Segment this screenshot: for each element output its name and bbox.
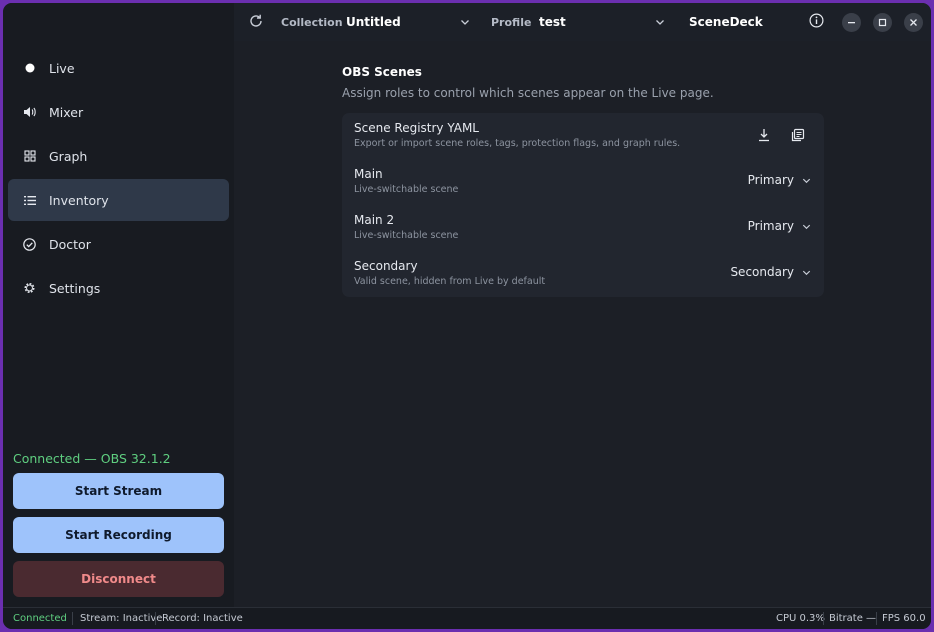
refresh-icon <box>249 13 263 32</box>
scene-description: Valid scene, hidden from Live by default <box>354 276 546 287</box>
sidebar: Live Mixer Graph Inventory Doctor Settin… <box>3 3 234 607</box>
page-title: OBS Scenes <box>342 65 422 79</box>
collection-select[interactable]: Untitled <box>346 3 471 41</box>
scene-role-select[interactable]: Primary <box>748 216 812 236</box>
scene-row: Secondary Valid scene, hidden from Live … <box>342 251 824 297</box>
status-divider <box>155 612 156 625</box>
nav-item-label: Inventory <box>49 192 109 208</box>
close-button[interactable] <box>904 3 923 41</box>
grid-icon <box>23 150 36 163</box>
collection-value: Untitled <box>346 15 401 29</box>
nav-item-label: Settings <box>49 280 101 296</box>
status-divider <box>876 612 877 625</box>
registry-title: Scene Registry YAML <box>354 121 479 135</box>
info-icon <box>809 12 824 32</box>
status-divider <box>823 612 824 625</box>
export-button[interactable] <box>755 127 773 145</box>
list-icon <box>23 194 36 207</box>
nav-item-label: Doctor <box>49 236 91 252</box>
gear-icon <box>23 282 36 295</box>
scene-role-value: Primary <box>747 173 794 187</box>
refresh-button[interactable] <box>249 3 263 41</box>
minimize-button[interactable] <box>842 3 861 41</box>
download-icon <box>757 127 771 146</box>
top-bar: Collection Untitled Profile test SceneDe… <box>234 3 931 41</box>
speaker-icon <box>23 106 36 119</box>
check-circle-icon <box>23 237 36 251</box>
nav-item-label: Graph <box>49 148 88 164</box>
chevron-down-icon <box>802 270 811 275</box>
scene-description: Live-switchable scene <box>354 184 459 195</box>
info-button[interactable] <box>809 3 824 41</box>
scenes-card: Scene Registry YAML Export or import sce… <box>342 113 824 297</box>
nav-item-label: Mixer <box>49 104 84 120</box>
nav-item-graph[interactable]: Graph <box>8 135 229 177</box>
status-record: Record: Inactive <box>162 613 243 624</box>
scene-row: Main Live-switchable scene Primary <box>342 159 824 205</box>
chevron-down-icon <box>802 224 811 229</box>
main-content: OBS Scenes Assign roles to control which… <box>234 41 931 607</box>
profile-value: test <box>539 15 566 29</box>
scene-name: Secondary <box>354 259 418 273</box>
profile-label: Profile <box>491 15 532 29</box>
start-stream-button[interactable]: Start Stream <box>13 473 224 509</box>
app-window: Live Mixer Graph Inventory Doctor Settin… <box>3 3 931 629</box>
status-stream: Stream: Inactive <box>80 613 163 624</box>
status-connected: Connected <box>13 613 67 624</box>
import-file-icon <box>791 127 805 146</box>
nav-item-live[interactable]: Live <box>8 47 229 89</box>
registry-description: Export or import scene roles, tags, prot… <box>354 138 681 149</box>
disconnect-button[interactable]: Disconnect <box>13 561 224 597</box>
import-button[interactable] <box>789 127 807 145</box>
nav-item-settings[interactable]: Settings <box>8 267 229 309</box>
nav-item-mixer[interactable]: Mixer <box>8 91 229 133</box>
connection-status: Connected — OBS 32.1.2 <box>13 451 171 466</box>
nav-item-inventory[interactable]: Inventory <box>8 179 229 221</box>
chevron-down-icon <box>459 13 471 32</box>
scene-name: Main 2 <box>354 213 395 227</box>
scene-role-select[interactable]: Primary <box>748 170 812 190</box>
nav-item-label: Live <box>49 60 75 76</box>
status-fps: FPS 60.0 <box>882 613 926 624</box>
scene-role-value: Primary <box>747 219 794 233</box>
maximize-button[interactable] <box>873 3 892 41</box>
status-bar: Connected Stream: Inactive Record: Inact… <box>3 607 931 629</box>
chevron-down-icon <box>654 13 666 32</box>
minimize-icon <box>842 12 861 32</box>
chevron-down-icon <box>802 178 811 183</box>
page-subtitle: Assign roles to control which scenes app… <box>342 86 714 100</box>
start-recording-button[interactable]: Start Recording <box>13 517 224 553</box>
scene-row: Main 2 Live-switchable scene Primary <box>342 205 824 251</box>
profile-select[interactable]: test <box>539 3 666 41</box>
status-divider <box>72 612 73 625</box>
close-icon <box>904 12 923 32</box>
nav-item-doctor[interactable]: Doctor <box>8 223 229 265</box>
dot-icon <box>23 62 36 75</box>
status-cpu: CPU 0.3% <box>776 613 825 624</box>
scene-name: Main <box>354 167 383 181</box>
scene-description: Live-switchable scene <box>354 230 459 241</box>
maximize-icon <box>873 12 892 32</box>
app-title: SceneDeck <box>689 15 763 29</box>
scene-role-select[interactable]: Secondary <box>730 262 812 282</box>
registry-row: Scene Registry YAML Export or import sce… <box>342 113 824 159</box>
collection-label: Collection <box>281 15 343 29</box>
status-bitrate: Bitrate — <box>829 613 877 624</box>
scene-role-value: Secondary <box>730 265 794 279</box>
